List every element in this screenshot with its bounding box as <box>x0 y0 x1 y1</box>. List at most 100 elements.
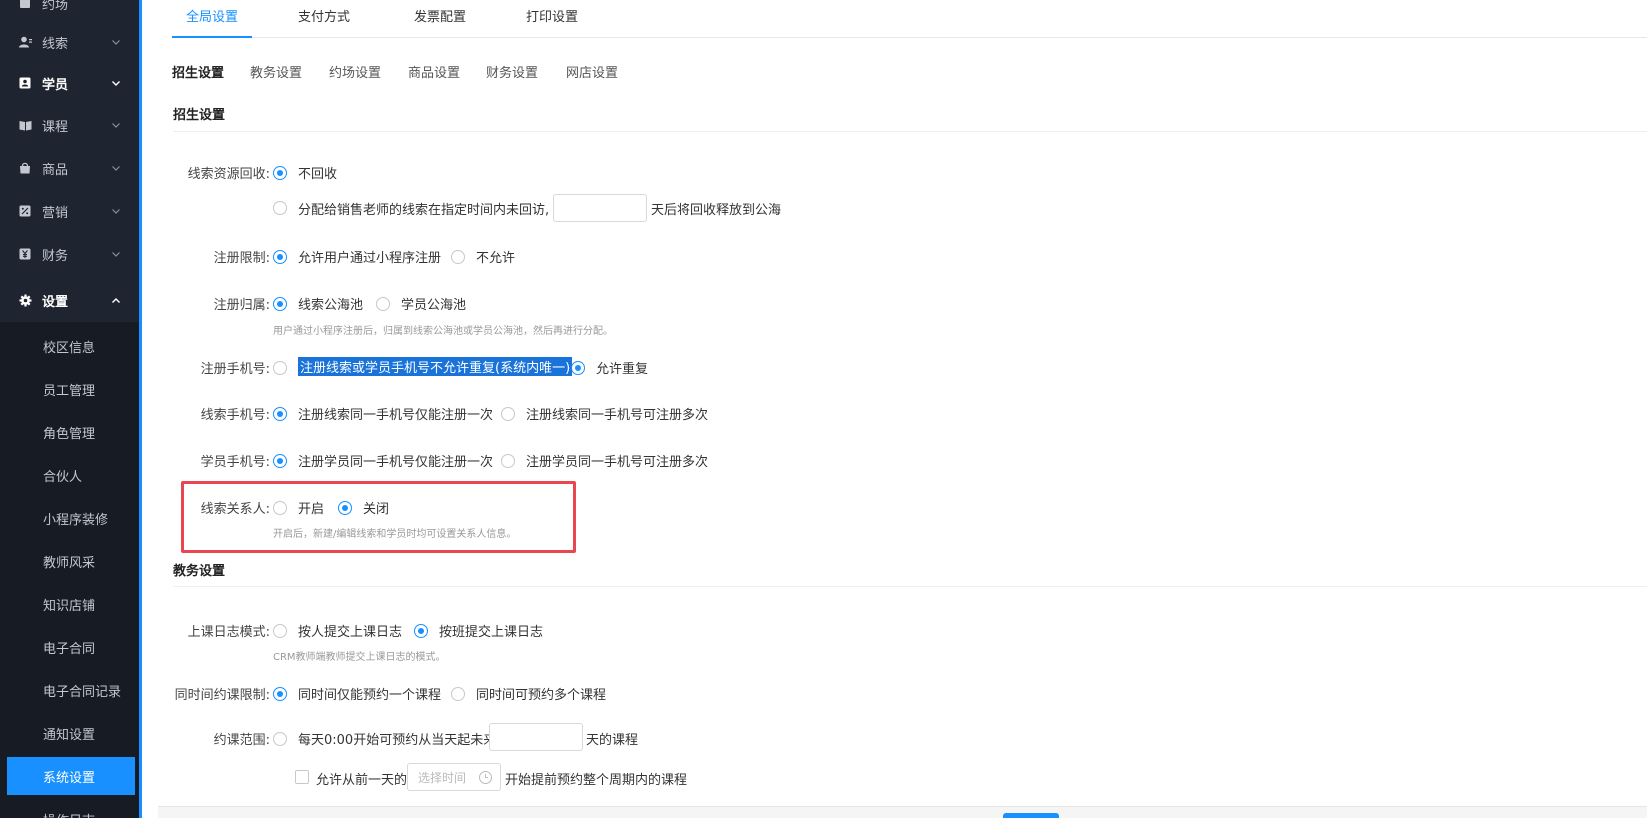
reg-owner-lead-pool-radio[interactable] <box>273 297 287 311</box>
sidebar-subitem-miniapp-decor[interactable]: 小程序装修 <box>0 499 139 537</box>
time-picker-input[interactable]: 选择时间 <box>407 763 501 791</box>
chevron-down-icon <box>111 120 121 130</box>
allow-previous-day-checkbox[interactable] <box>295 770 309 784</box>
reg-phone-label: 注册手机号: <box>200 362 270 377</box>
allow-previous-day-label[interactable]: 允许从前一天的 <box>316 769 407 788</box>
sidebar-item-products[interactable]: 商品 <box>0 149 139 187</box>
sidebar-item-venue[interactable]: 约场 <box>0 0 139 22</box>
lead-contact-on-label[interactable]: 开启 <box>298 498 324 517</box>
sidebar-subitem-operation-log[interactable]: 操作日志 <box>0 800 139 818</box>
sidebar-item-leads[interactable]: 线索 <box>0 23 139 61</box>
same-time-single-radio[interactable] <box>273 687 287 701</box>
tab-payment-methods[interactable]: 支付方式 <box>284 0 364 38</box>
highlight-annotation-box <box>181 481 576 553</box>
subtab-finance[interactable]: 财务设置 <box>486 62 538 81</box>
student-phone-multi-radio[interactable] <box>501 454 515 468</box>
lead-contact-off-radio[interactable] <box>338 501 352 515</box>
allow-previous-day-suffix: 开始提前预约整个周期内的课程 <box>505 773 688 788</box>
log-mode-per-class-radio[interactable] <box>414 624 428 638</box>
percent-icon <box>18 204 32 218</box>
reg-phone-unique-label[interactable]: 注册线索或学员手机号不允许重复(系统内唯一) <box>298 357 573 376</box>
sidebar-item-students[interactable]: 学员 <box>0 64 139 102</box>
tab-global-settings[interactable]: 全局设置 <box>172 0 253 38</box>
sidebar-subitem-campus-info[interactable]: 校区信息 <box>0 327 139 365</box>
student-phone-once-radio[interactable] <box>273 454 287 468</box>
log-mode-per-person-label[interactable]: 按人提交上课日志 <box>298 621 402 640</box>
lead-phone-multi-label[interactable]: 注册线索同一手机号可注册多次 <box>526 404 708 423</box>
reg-limit-allow-radio[interactable] <box>273 250 287 264</box>
bottom-action-bar <box>158 806 1647 818</box>
reg-owner-label: 注册归属: <box>213 298 270 313</box>
booking-range-prefix-label[interactable]: 每天0:00开始可预约从当天起未来 <box>298 729 496 748</box>
chevron-down-icon <box>111 78 121 88</box>
reg-limit-allow-label[interactable]: 允许用户通过小程序注册 <box>298 247 441 266</box>
lead-phone-once-label[interactable]: 注册线索同一手机号仅能注册一次 <box>298 404 493 423</box>
sidebar-item-settings[interactable]: 设置 <box>0 281 139 319</box>
save-button[interactable] <box>1003 813 1059 818</box>
sidebar-subitem-staff[interactable]: 员工管理 <box>0 370 139 408</box>
reg-owner-student-pool-radio[interactable] <box>376 297 390 311</box>
reg-owner-student-pool-label[interactable]: 学员公海池 <box>401 294 466 313</box>
lead-recycle-timed-label-prefix[interactable]: 分配给销售老师的线索在指定时间内未回访, <box>298 199 549 218</box>
same-time-multi-radio[interactable] <box>451 687 465 701</box>
booking-range-suffix-label: 天的课程 <box>586 733 639 748</box>
reg-phone-duplicate-radio[interactable] <box>571 361 585 375</box>
sidebar-item-label: 商品 <box>42 162 69 178</box>
calendar-check-icon <box>18 0 32 10</box>
lead-phone-once-radio[interactable] <box>273 407 287 421</box>
booking-range-days-input[interactable] <box>489 723 583 751</box>
reg-limit-deny-radio[interactable] <box>451 250 465 264</box>
sidebar-item-marketing[interactable]: 营销 <box>0 192 139 230</box>
sidebar-subitem-e-contract-records[interactable]: 电子合同记录 <box>0 671 139 709</box>
subtab-recruit[interactable]: 招生设置 <box>172 62 224 81</box>
sidebar-item-courses[interactable]: 课程 <box>0 106 139 144</box>
sidebar-item-finance[interactable]: 财务 <box>0 235 139 273</box>
sidebar-item-label: 约场 <box>42 0 69 13</box>
sidebar-subitem-knowledge-store[interactable]: 知识店铺 <box>0 585 139 623</box>
subtab-academic[interactable]: 教务设置 <box>250 62 302 81</box>
lead-recycle-days-input[interactable] <box>553 194 647 222</box>
section-divider <box>173 131 1647 132</box>
user-icon <box>18 35 32 49</box>
lead-phone-multi-radio[interactable] <box>501 407 515 421</box>
reg-limit-label: 注册限制: <box>213 251 270 266</box>
reg-limit-deny-label[interactable]: 不允许 <box>476 247 515 266</box>
student-phone-multi-label[interactable]: 注册学员同一手机号可注册多次 <box>526 451 708 470</box>
log-mode-per-class-label[interactable]: 按班提交上课日志 <box>439 621 543 640</box>
chevron-down-icon <box>111 37 121 47</box>
student-phone-once-label[interactable]: 注册学员同一手机号仅能注册一次 <box>298 451 493 470</box>
log-mode-label: 上课日志模式: <box>187 625 270 640</box>
reg-phone-unique-radio[interactable] <box>273 361 287 375</box>
section-title-academic: 教务设置 <box>173 564 226 579</box>
tab-invoice-config[interactable]: 发票配置 <box>400 0 480 38</box>
reg-owner-lead-pool-label[interactable]: 线索公海池 <box>298 294 363 313</box>
subtab-products[interactable]: 商品设置 <box>408 62 460 81</box>
lead-recycle-timed-radio[interactable] <box>273 201 287 215</box>
contact-card-icon <box>18 76 32 90</box>
sidebar-item-label: 财务 <box>42 248 69 264</box>
sidebar-subitem-e-contract[interactable]: 电子合同 <box>0 628 139 666</box>
student-phone-label: 学员手机号: <box>200 455 270 470</box>
lead-contact-on-radio[interactable] <box>273 501 287 515</box>
tab-print-settings[interactable]: 打印设置 <box>512 0 592 38</box>
reg-phone-duplicate-label[interactable]: 允许重复 <box>596 358 648 377</box>
chevron-down-icon <box>111 163 121 173</box>
same-time-single-label[interactable]: 同时间仅能预约一个课程 <box>298 684 441 703</box>
sidebar-subitem-partners[interactable]: 合伙人 <box>0 456 139 494</box>
sidebar-subitem-notifications[interactable]: 通知设置 <box>0 714 139 752</box>
log-mode-per-person-radio[interactable] <box>273 624 287 638</box>
lead-recycle-label: 线索资源回收: <box>187 167 270 182</box>
lead-recycle-no-recycle-label[interactable]: 不回收 <box>298 163 337 182</box>
sidebar-item-label: 设置 <box>42 294 69 310</box>
book-icon <box>18 118 32 132</box>
subtab-venue[interactable]: 约场设置 <box>329 62 381 81</box>
lead-recycle-no-recycle-radio[interactable] <box>273 166 287 180</box>
lead-phone-label: 线索手机号: <box>200 408 270 423</box>
booking-range-radio[interactable] <box>273 732 287 746</box>
sidebar-subitem-system-settings[interactable]: 系统设置 <box>7 757 135 795</box>
same-time-multi-label[interactable]: 同时间可预约多个课程 <box>476 684 606 703</box>
sidebar-subitem-teacher-showcase[interactable]: 教师风采 <box>0 542 139 580</box>
subtab-online-store[interactable]: 网店设置 <box>566 62 618 81</box>
sidebar-subitem-roles[interactable]: 角色管理 <box>0 413 139 451</box>
lead-contact-off-label[interactable]: 关闭 <box>363 498 389 517</box>
